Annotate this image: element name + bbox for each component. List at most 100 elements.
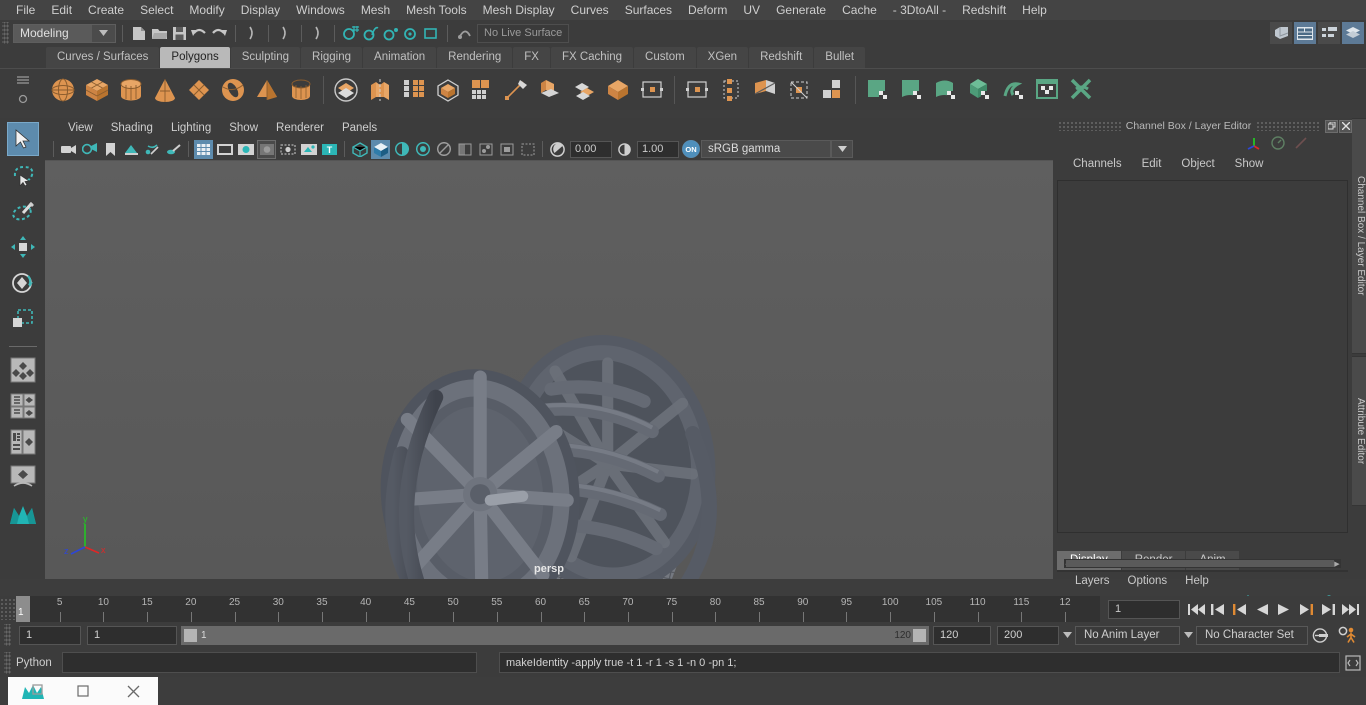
menu-item-file[interactable]: File xyxy=(8,0,43,20)
close-window-icon[interactable] xyxy=(1339,119,1352,133)
time-slider-track[interactable]: 1 5 10 15 20 25 30 35 40 45 50 55 60 65 70 75 80 85 90 95 1… xyxy=(16,596,1100,622)
rotate-tool[interactable] xyxy=(7,266,39,300)
redo-icon[interactable] xyxy=(209,23,229,43)
booleans-icon[interactable] xyxy=(465,73,499,107)
play-forwards-icon[interactable] xyxy=(1274,599,1294,619)
command-line-grip[interactable] xyxy=(4,651,11,674)
go-to-start-icon[interactable] xyxy=(1186,599,1206,619)
layer-list-scrollbar[interactable]: ◀ ▶ xyxy=(1064,559,1341,568)
play-backwards-icon[interactable] xyxy=(1252,599,1272,619)
paint-select-tool[interactable] xyxy=(7,194,39,228)
xray-mode-icon[interactable] xyxy=(455,140,474,159)
step-back-frame-icon[interactable] xyxy=(1230,599,1250,619)
viewport-menu-panels[interactable]: Panels xyxy=(333,122,386,134)
show-hide-tool-settings-icon[interactable] xyxy=(1318,22,1340,44)
smooth-icon[interactable] xyxy=(431,73,465,107)
shade-and-wireframe-icon[interactable] xyxy=(392,140,411,159)
shelf-tab-xgen[interactable]: XGen xyxy=(696,47,749,68)
menu-item-3dtoall[interactable]: - 3DtoAll - xyxy=(885,0,954,20)
range-end-field[interactable]: 120 xyxy=(933,625,991,645)
shelf-tab-curves-surfaces[interactable]: Curves / Surfaces xyxy=(46,47,160,68)
uv-symmetrize-icon[interactable] xyxy=(1065,73,1099,107)
slash-icon[interactable] xyxy=(1294,136,1308,153)
live-surface-field[interactable]: No Live Surface xyxy=(477,23,570,43)
grid-toggle-icon[interactable] xyxy=(194,139,213,159)
menu-item-create[interactable]: Create xyxy=(80,0,132,20)
menu-item-surfaces[interactable]: Surfaces xyxy=(617,0,680,20)
gate-mask-icon[interactable] xyxy=(257,139,276,159)
menu-item-help[interactable]: Help xyxy=(1014,0,1055,20)
menu-item-redshift[interactable]: Redshift xyxy=(954,0,1014,20)
shadows-icon[interactable] xyxy=(164,140,183,159)
single-persp-layout-icon[interactable] xyxy=(7,461,39,495)
quad-draw-icon[interactable] xyxy=(680,73,714,107)
menu-item-uv[interactable]: UV xyxy=(735,0,768,20)
create-polygon-icon[interactable] xyxy=(714,73,748,107)
shelf-options-icon[interactable] xyxy=(15,94,31,105)
snap-to-view-plane-icon[interactable] xyxy=(421,23,441,43)
merge-icon[interactable] xyxy=(601,73,635,107)
make-live-icon[interactable] xyxy=(454,23,474,43)
range-slider[interactable]: 1 120 xyxy=(181,625,929,645)
time-slider-grip[interactable] xyxy=(0,598,16,620)
shelf-tab-redshift[interactable]: Redshift xyxy=(749,47,814,68)
side-tab-attribute-editor[interactable]: Attribute Editor xyxy=(1352,356,1366,506)
channel-box-menu-channels[interactable]: Channels xyxy=(1063,158,1132,170)
restore-icon[interactable] xyxy=(58,677,108,705)
four-view-layout-icon[interactable] xyxy=(7,353,39,387)
polygon-pipe-icon[interactable] xyxy=(284,73,318,107)
scroll-right-icon[interactable]: ▶ xyxy=(1333,559,1341,568)
go-to-end-icon[interactable] xyxy=(1340,599,1360,619)
exposure-icon[interactable] xyxy=(548,140,567,159)
duplicate-face-icon[interactable] xyxy=(782,73,816,107)
menu-item-modify[interactable]: Modify xyxy=(181,0,232,20)
chevron-down-icon[interactable] xyxy=(1180,626,1196,645)
menu-item-edit[interactable]: Edit xyxy=(43,0,80,20)
image-plane-icon[interactable] xyxy=(122,140,141,159)
maya-app-icon[interactable] xyxy=(8,677,58,705)
menu-item-mesh-display[interactable]: Mesh Display xyxy=(475,0,563,20)
speedometer-icon[interactable] xyxy=(1271,135,1285,153)
viewport-menu-view[interactable]: View xyxy=(59,122,102,134)
select-by-component-icon[interactable] xyxy=(308,23,328,43)
animation-start-time-field[interactable]: 1 xyxy=(19,625,81,645)
camera-attributes-icon[interactable] xyxy=(80,140,99,159)
layer-menu-help[interactable]: Help xyxy=(1176,575,1218,587)
xray-icon[interactable] xyxy=(299,140,318,159)
view-transform-field[interactable]: sRGB gamma xyxy=(701,140,831,158)
extrude-icon[interactable] xyxy=(533,73,567,107)
shelf-menu-icon[interactable] xyxy=(15,75,31,86)
xray-active-components-icon[interactable] xyxy=(497,140,516,159)
snap-to-point-icon[interactable] xyxy=(381,23,401,43)
texture-icon[interactable]: T xyxy=(320,140,339,159)
shelf-tab-rendering[interactable]: Rendering xyxy=(437,47,513,68)
shelf-tab-animation[interactable]: Animation xyxy=(363,47,437,68)
target-weld-icon[interactable] xyxy=(635,73,669,107)
script-editor-icon[interactable] xyxy=(1344,654,1362,672)
open-scene-icon[interactable] xyxy=(149,23,169,43)
separate-icon[interactable] xyxy=(363,73,397,107)
use-default-material-icon[interactable] xyxy=(434,140,453,159)
polygon-torus-icon[interactable] xyxy=(216,73,250,107)
menu-item-mesh[interactable]: Mesh xyxy=(353,0,398,20)
close-icon[interactable] xyxy=(108,677,158,705)
uv-flow-icon[interactable] xyxy=(997,73,1031,107)
polygon-sphere-icon[interactable] xyxy=(46,73,80,107)
shelf-tab-polygons[interactable]: Polygons xyxy=(160,47,230,68)
maya-logo-icon[interactable] xyxy=(7,497,39,531)
current-frame-field[interactable]: 1 xyxy=(1108,599,1180,619)
lasso-select-tool[interactable] xyxy=(7,158,39,192)
scale-tool[interactable] xyxy=(7,302,39,336)
polygon-cylinder-icon[interactable] xyxy=(114,73,148,107)
show-hide-channel-box-icon[interactable] xyxy=(1342,22,1364,44)
resolution-gate-icon[interactable] xyxy=(236,140,255,159)
layer-menu-options[interactable]: Options xyxy=(1119,575,1177,587)
persp-outliner-layout-icon[interactable] xyxy=(7,389,39,423)
menu-item-cache[interactable]: Cache xyxy=(834,0,885,20)
shelf-tab-fx-caching[interactable]: FX Caching xyxy=(550,47,634,68)
shelf-tab-sculpting[interactable]: Sculpting xyxy=(230,47,301,68)
shelf-tab-bullet[interactable]: Bullet xyxy=(814,47,866,68)
polygon-pyramid-icon[interactable] xyxy=(250,73,284,107)
mirror-icon[interactable] xyxy=(397,73,431,107)
select-camera-icon[interactable] xyxy=(59,140,78,159)
